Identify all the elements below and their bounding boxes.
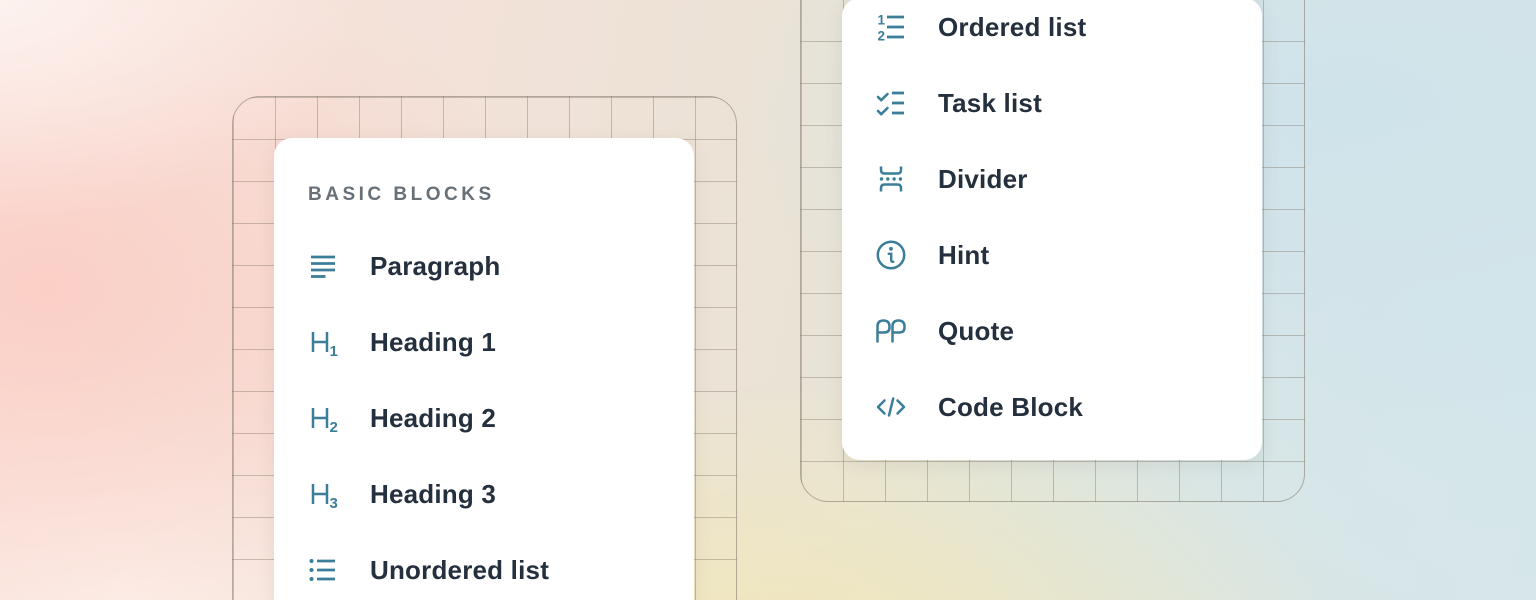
svg-text:1: 1 [878, 13, 886, 28]
svg-text:3: 3 [330, 495, 338, 511]
blocks-menu-continued: 1 2 Ordered list [842, 0, 1262, 460]
menu-item-label: Task list [938, 88, 1042, 119]
menu-item-label: Ordered list [938, 12, 1086, 43]
menu-item-ordered-list[interactable]: 1 2 Ordered list [842, 0, 1262, 65]
section-header: BASIC BLOCKS [308, 184, 694, 206]
heading-3-icon: 3 [306, 477, 340, 511]
heading-1-icon: 1 [306, 325, 340, 359]
menu-item-unordered-list[interactable]: Unordered list [274, 532, 694, 600]
menu-item-label: Quote [938, 316, 1014, 347]
menu-item-label: Hint [938, 240, 989, 271]
ordered-list-icon: 1 2 [874, 10, 908, 44]
menu-item-code-block[interactable]: Code Block [842, 369, 1262, 445]
basic-blocks-menu: BASIC BLOCKS Paragraph [274, 138, 694, 600]
menu-item-heading-1[interactable]: 1 Heading 1 [274, 304, 694, 380]
menu-item-divider[interactable]: Divider [842, 141, 1262, 217]
unordered-list-icon [306, 553, 340, 587]
heading-2-icon: 2 [306, 401, 340, 435]
svg-text:2: 2 [330, 419, 338, 435]
divider-icon [874, 162, 908, 196]
menu-item-label: Divider [938, 164, 1028, 195]
menu-item-label: Code Block [938, 392, 1083, 423]
menu-item-label: Unordered list [370, 555, 549, 586]
quote-icon [874, 314, 908, 348]
menu-item-label: Paragraph [370, 251, 500, 282]
background: BASIC BLOCKS Paragraph [0, 0, 1536, 600]
code-block-icon [874, 390, 908, 424]
hint-icon [874, 238, 908, 272]
menu-item-task-list[interactable]: Task list [842, 65, 1262, 141]
menu-item-label: Heading 3 [370, 479, 496, 510]
menu-item-hint[interactable]: Hint [842, 217, 1262, 293]
svg-text:2: 2 [878, 29, 886, 44]
task-list-icon [874, 86, 908, 120]
menu-item-list: Paragraph 1 Heading 1 2 [274, 228, 694, 600]
menu-item-paragraph[interactable]: Paragraph [274, 228, 694, 304]
svg-text:1: 1 [330, 343, 338, 359]
menu-item-label: Heading 2 [370, 403, 496, 434]
menu-item-heading-3[interactable]: 3 Heading 3 [274, 456, 694, 532]
menu-item-quote[interactable]: Quote [842, 293, 1262, 369]
menu-item-list: 1 2 Ordered list [842, 0, 1262, 445]
menu-item-label: Heading 1 [370, 327, 496, 358]
paragraph-icon [306, 249, 340, 283]
menu-item-heading-2[interactable]: 2 Heading 2 [274, 380, 694, 456]
